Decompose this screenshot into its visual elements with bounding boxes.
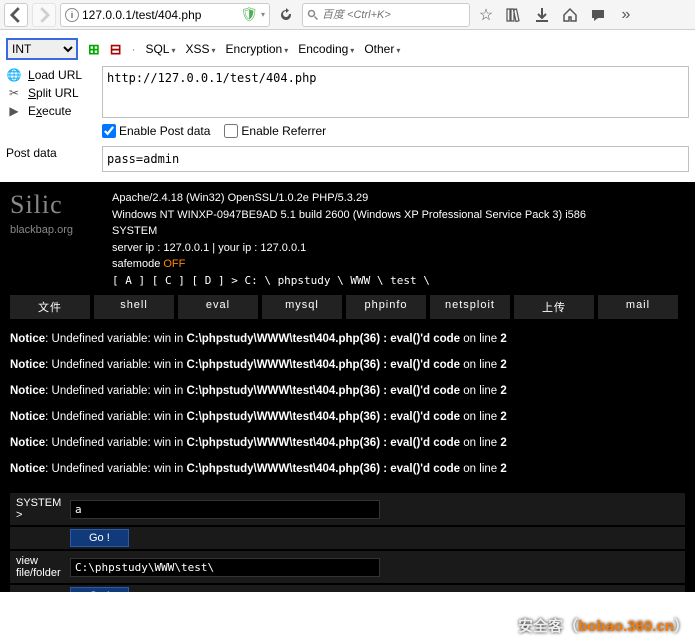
reload-button[interactable] bbox=[274, 3, 298, 27]
menu-other[interactable]: Other bbox=[364, 42, 400, 56]
notice-line: Notice: Undefined variable: win in C:\ph… bbox=[10, 463, 685, 475]
separator: · bbox=[131, 42, 135, 56]
shield-icon[interactable]: 🛡 bbox=[240, 6, 258, 23]
shell-form: SYSTEM > Go ! view file/folder Go ! bbox=[0, 493, 695, 592]
scissors-icon: ✂ bbox=[6, 86, 22, 100]
hackbar-panel: INT ⊞ ⊟ · SQL XSS Encryption Encoding Ot… bbox=[0, 30, 695, 182]
load-url-button[interactable]: 🌐 Load URL bbox=[6, 66, 96, 84]
shell-page: Silic blackbap.org Apache/2.4.18 (Win32)… bbox=[0, 182, 695, 592]
server-info: Apache/2.4.18 (Win32) OpenSSL/1.0.2e PHP… bbox=[112, 190, 685, 289]
back-button[interactable] bbox=[4, 3, 28, 27]
play-icon: ▶ bbox=[6, 104, 22, 118]
enable-referrer-checkbox[interactable]: Enable Referrer bbox=[224, 124, 326, 138]
menu-xss[interactable]: XSS bbox=[186, 42, 216, 56]
split-url-button[interactable]: ✂ Split URL bbox=[6, 84, 96, 102]
server-software: Apache/2.4.18 (Win32) OpenSSL/1.0.2e PHP… bbox=[112, 190, 685, 207]
home-icon[interactable] bbox=[558, 3, 582, 27]
plus-icon[interactable]: ⊞ bbox=[88, 41, 100, 58]
system-command-input[interactable] bbox=[70, 500, 380, 519]
system-go-button[interactable]: Go ! bbox=[70, 529, 129, 547]
search-input[interactable] bbox=[322, 9, 465, 21]
execute-label: Execute bbox=[28, 104, 71, 118]
type-select[interactable]: INT bbox=[6, 38, 78, 60]
chat-icon[interactable] bbox=[586, 3, 610, 27]
forward-button[interactable] bbox=[32, 3, 56, 27]
url-bar[interactable]: i 🛡 ▾ bbox=[60, 3, 270, 27]
server-user: SYSTEM bbox=[112, 223, 685, 240]
view-label: view file/folder bbox=[10, 551, 66, 583]
shell-logo: Silic blackbap.org bbox=[10, 190, 102, 289]
notice-line: Notice: Undefined variable: win in C:\ph… bbox=[10, 437, 685, 449]
tab-mysql[interactable]: mysql bbox=[262, 295, 342, 319]
star-icon[interactable]: ☆ bbox=[474, 3, 498, 27]
search-icon bbox=[307, 9, 319, 21]
url-textarea[interactable]: http://127.0.0.1/test/404.php bbox=[102, 66, 689, 118]
notice-line: Notice: Undefined variable: win in C:\ph… bbox=[10, 385, 685, 397]
post-data-input[interactable] bbox=[102, 146, 689, 172]
menu-encryption[interactable]: Encryption bbox=[226, 42, 289, 56]
more-icon[interactable]: » bbox=[614, 3, 638, 27]
view-go-button[interactable]: Go ! bbox=[70, 587, 129, 592]
url-input[interactable] bbox=[82, 8, 237, 22]
notice-line: Notice: Undefined variable: win in C:\ph… bbox=[10, 359, 685, 371]
php-notices: Notice: Undefined variable: win in C:\ph… bbox=[0, 323, 695, 493]
post-data-label: Post data bbox=[6, 146, 96, 160]
enable-post-checkbox[interactable]: Enable Post data bbox=[102, 124, 210, 138]
search-bar[interactable] bbox=[302, 3, 470, 27]
tab-eval[interactable]: eval bbox=[178, 295, 258, 319]
tab-mail[interactable]: mail bbox=[598, 295, 678, 319]
info-icon[interactable]: i bbox=[65, 8, 79, 22]
server-os: Windows NT WINXP-0947BE9AD 5.1 build 260… bbox=[112, 207, 685, 224]
tab-files[interactable]: 文件 bbox=[10, 295, 90, 319]
notice-line: Notice: Undefined variable: win in C:\ph… bbox=[10, 411, 685, 423]
tab-shell[interactable]: shell bbox=[94, 295, 174, 319]
download-icon[interactable] bbox=[530, 3, 554, 27]
globe-icon: 🌐 bbox=[6, 68, 22, 82]
split-url-label: Split URL bbox=[28, 86, 79, 100]
server-ip: server ip : 127.0.0.1 | your ip : 127.0.… bbox=[112, 240, 685, 257]
hackbar-menu: INT ⊞ ⊟ · SQL XSS Encryption Encoding Ot… bbox=[6, 34, 689, 66]
library-icon[interactable] bbox=[502, 3, 526, 27]
execute-button[interactable]: ▶ Execute bbox=[6, 102, 96, 120]
load-url-label: Load URL bbox=[28, 68, 82, 82]
minus-icon[interactable]: ⊟ bbox=[110, 41, 122, 58]
notice-line: Notice: Undefined variable: win in C:\ph… bbox=[10, 333, 685, 345]
system-label: SYSTEM > bbox=[10, 493, 66, 525]
safemode: safemode OFF bbox=[112, 256, 685, 273]
current-path: [ A ] [ C ] [ D ] > C: \ phpstudy \ WWW … bbox=[112, 273, 685, 290]
menu-sql[interactable]: SQL bbox=[145, 42, 175, 56]
tab-netsploit[interactable]: netsploit bbox=[430, 295, 510, 319]
tab-phpinfo[interactable]: phpinfo bbox=[346, 295, 426, 319]
tab-upload[interactable]: 上传 bbox=[514, 295, 594, 319]
shell-tabs: 文件 shell eval mysql phpinfo netsploit 上传… bbox=[0, 293, 695, 323]
view-path-input[interactable] bbox=[70, 558, 380, 577]
browser-toolbar: i 🛡 ▾ ☆ » bbox=[0, 0, 695, 30]
menu-encoding[interactable]: Encoding bbox=[298, 42, 354, 56]
dropdown-icon[interactable]: ▾ bbox=[261, 10, 265, 19]
